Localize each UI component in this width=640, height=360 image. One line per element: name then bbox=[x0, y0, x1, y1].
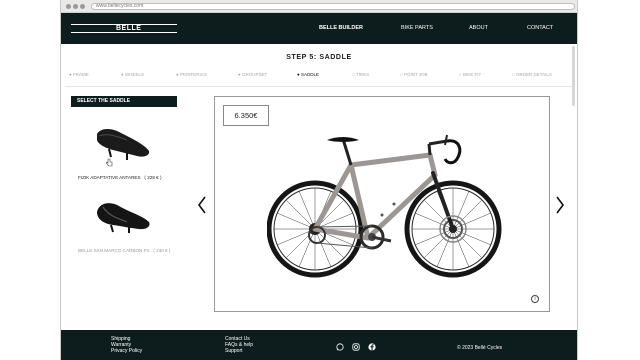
step-groupset[interactable]: ● GROUPSET bbox=[238, 72, 267, 77]
window-maximize-dot[interactable] bbox=[80, 4, 85, 9]
step-label: BIKE FIT bbox=[462, 72, 482, 77]
chevron-left-icon[interactable] bbox=[197, 196, 207, 214]
saddle-option-san-marco-label[interactable]: BELLE SAN MARCO CARBON FX ( 240 € ) bbox=[78, 248, 170, 253]
footer: Shipping Warranty Privacy Policy Contact… bbox=[61, 330, 577, 360]
facebook-icon[interactable] bbox=[368, 343, 376, 351]
site-logo[interactable]: BELLE bbox=[71, 24, 177, 33]
total-price: 6.350€ bbox=[223, 105, 269, 126]
saddle-price: ( 240 € ) bbox=[153, 248, 171, 253]
step-wheels[interactable]: ● WHEELS bbox=[121, 72, 144, 77]
browser-titlebar: www.bellecycles.com bbox=[61, 0, 577, 13]
nav-belle-builder[interactable]: BELLE BUILDER bbox=[319, 25, 363, 31]
page-scrollbar[interactable] bbox=[572, 46, 575, 106]
chevron-right-icon[interactable] bbox=[555, 196, 565, 214]
saddle-option-fizik-label[interactable]: FIZIK ADAPTATIVE ANTARES ( 229 € ) bbox=[78, 175, 162, 180]
nav-about[interactable]: ABOUT bbox=[469, 25, 488, 31]
step-frame[interactable]: ● FRAME bbox=[69, 72, 89, 77]
step-bike-fit[interactable]: ○ BIKE FIT bbox=[459, 72, 481, 77]
nav-contact[interactable]: CONTACT bbox=[527, 25, 553, 31]
logo-line-bottom bbox=[71, 32, 177, 33]
step-title: STEP 5: SADDLE bbox=[286, 54, 352, 61]
window-close-dot[interactable] bbox=[66, 4, 71, 9]
top-navigation: BELLE BELLE BUILDER BIKE PARTS ABOUT CON… bbox=[61, 13, 577, 44]
step-label: ORDER DETAILS bbox=[515, 72, 552, 77]
address-bar[interactable]: www.bellecycles.com bbox=[91, 3, 575, 10]
instagram-icon[interactable] bbox=[352, 343, 360, 351]
step-label: SADDLE bbox=[300, 72, 319, 77]
step-label: POINT JOB bbox=[403, 72, 428, 77]
saddle-panel-heading: SELECT THE SADDLE bbox=[71, 96, 177, 107]
saddle-name: BELLE SAN MARCO CARBON FX bbox=[78, 248, 150, 253]
footer-link-privacy[interactable]: Privacy Policy bbox=[111, 348, 142, 354]
browser-window: www.bellecycles.com BELLE BELLE BUILDER … bbox=[60, 0, 578, 360]
step-point-job[interactable]: ○ POINT JOB bbox=[400, 72, 428, 77]
step-periferics[interactable]: ● PERIFERICS bbox=[176, 72, 207, 77]
step-tires[interactable]: ○ TIRES bbox=[352, 72, 369, 77]
window-minimize-dot[interactable] bbox=[73, 4, 78, 9]
bike-preview: 6.350€ i bbox=[214, 96, 550, 312]
divider bbox=[65, 86, 575, 87]
footer-link-support[interactable]: Support bbox=[225, 348, 243, 354]
info-icon[interactable]: i bbox=[531, 295, 539, 303]
step-label: GROUPSET bbox=[241, 72, 268, 77]
step-label: WHEELS bbox=[124, 72, 144, 77]
step-order-details[interactable]: ○ ORDER DETAILS bbox=[512, 72, 552, 77]
saddle-option-san-marco[interactable] bbox=[87, 192, 157, 242]
whatsapp-icon[interactable] bbox=[336, 343, 344, 351]
copyright: © 2023 Bellé Cycles bbox=[457, 345, 503, 351]
saddle-name: FIZIK ADAPTATIVE ANTARES bbox=[78, 175, 141, 180]
saddle-fizik-image bbox=[97, 129, 150, 160]
nav-bike-parts[interactable]: BIKE PARTS bbox=[401, 25, 433, 31]
step-label: FRAME bbox=[72, 72, 89, 77]
step-label: TIRES bbox=[355, 72, 370, 77]
step-progress: ● FRAME ● WHEELS ● PERIFERICS ● GROUPSET… bbox=[69, 72, 569, 80]
hand-cursor-icon bbox=[105, 158, 113, 167]
step-saddle[interactable]: ● SADDLE bbox=[297, 72, 319, 77]
saddle-san-marco-image bbox=[97, 203, 150, 233]
bike-image bbox=[267, 135, 502, 278]
saddle-option-fizik[interactable] bbox=[87, 118, 157, 168]
logo-text: BELLE bbox=[116, 25, 142, 32]
step-label: PERIFERICS bbox=[179, 72, 207, 77]
saddle-price: ( 229 € ) bbox=[144, 175, 162, 180]
